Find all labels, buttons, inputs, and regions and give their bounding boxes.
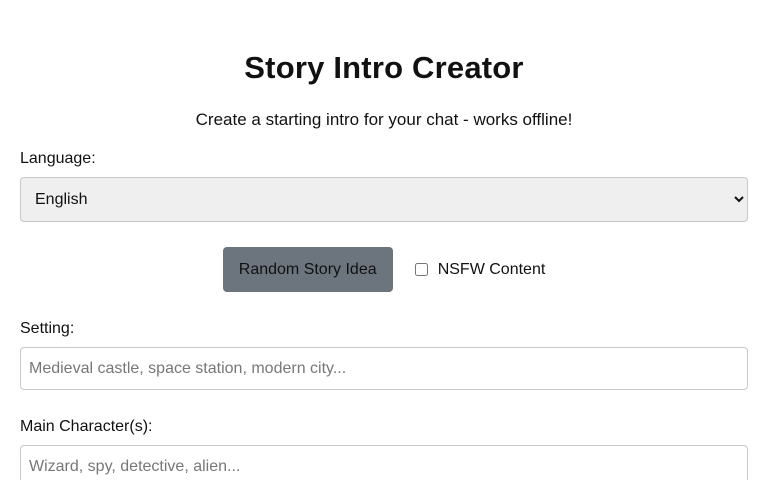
setting-label: Setting: [20, 320, 75, 337]
page-title: Story Intro Creator [244, 50, 524, 85]
language-select[interactable]: English [20, 177, 748, 222]
page-subtitle: Create a starting intro for your chat - … [195, 110, 573, 129]
main-characters-input[interactable] [20, 445, 748, 480]
setting-input[interactable] [20, 347, 748, 390]
main-characters-label: Main Character(s): [20, 418, 153, 435]
nsfw-toggle[interactable]: NSFW Content [413, 260, 546, 279]
random-story-idea-button[interactable]: Random Story Idea [222, 247, 393, 292]
nsfw-label: NSFW Content [437, 260, 546, 278]
story-intro-page: Story Intro Creator Create a starting in… [0, 0, 768, 480]
actions-row: Random Story Idea NSFW Content [20, 247, 748, 292]
language-label: Language: [20, 150, 96, 167]
nsfw-checkbox[interactable] [414, 263, 428, 276]
